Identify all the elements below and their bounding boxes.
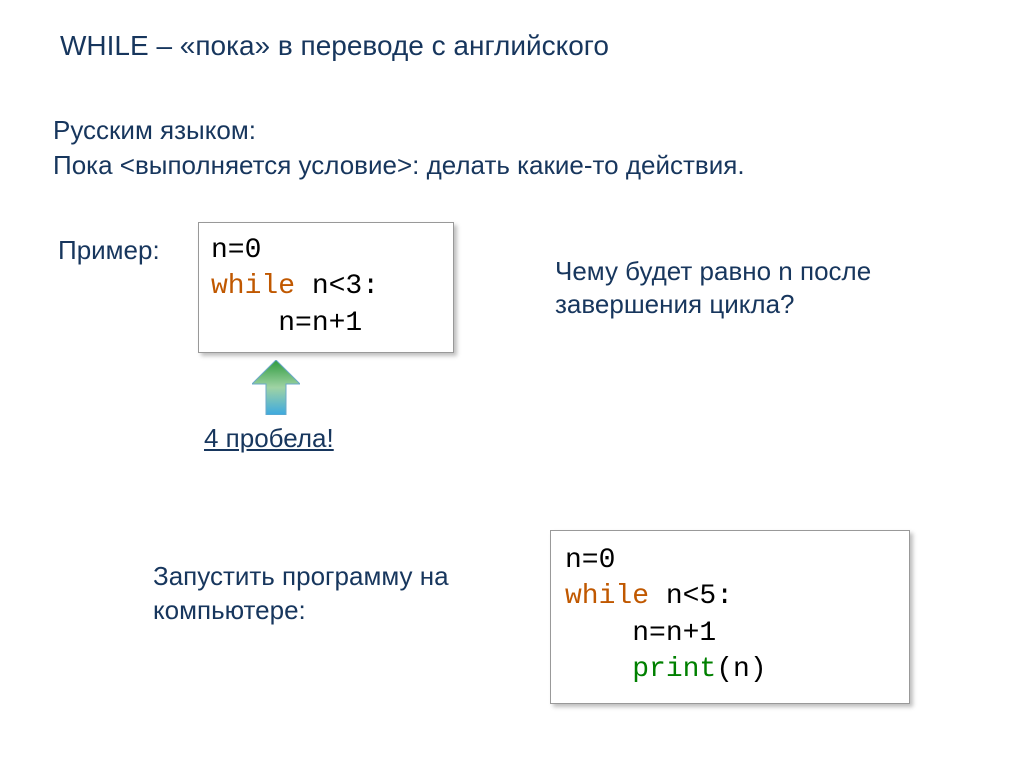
code-example-1: n=0 while n<3: n=n+1	[198, 222, 454, 353]
code2-line3: n=n+1	[565, 618, 716, 649]
code1-while-keyword: while	[211, 271, 295, 302]
arrow-up-icon	[252, 360, 300, 415]
code2-indent	[565, 654, 632, 685]
code2-line1: n=0	[565, 545, 615, 576]
indent-note: 4 пробела!	[204, 423, 334, 454]
code1-condition: n<3:	[295, 271, 379, 302]
heading-text: WHILE – «пока» в переводе с английского	[60, 30, 609, 62]
code2-while-keyword: while	[565, 581, 649, 612]
question-text: Чему будет равно n после завершения цикл…	[555, 255, 905, 320]
code2-print-keyword: print	[632, 654, 716, 685]
code-example-2: n=0 while n<5: n=n+1 print(n)	[550, 530, 910, 704]
code2-condition: n<5:	[649, 581, 733, 612]
run-program-label: Запустить программу на компьютере:	[153, 560, 523, 628]
subtitle-line2: Пока <выполняется условие>: делать какие…	[53, 150, 745, 181]
code1-line3: n=n+1	[211, 308, 362, 339]
subtitle-line1: Русским языком:	[53, 115, 256, 146]
code2-print-arg: (n)	[716, 654, 766, 685]
example-label: Пример:	[58, 235, 160, 266]
code1-line1: n=0	[211, 235, 261, 266]
